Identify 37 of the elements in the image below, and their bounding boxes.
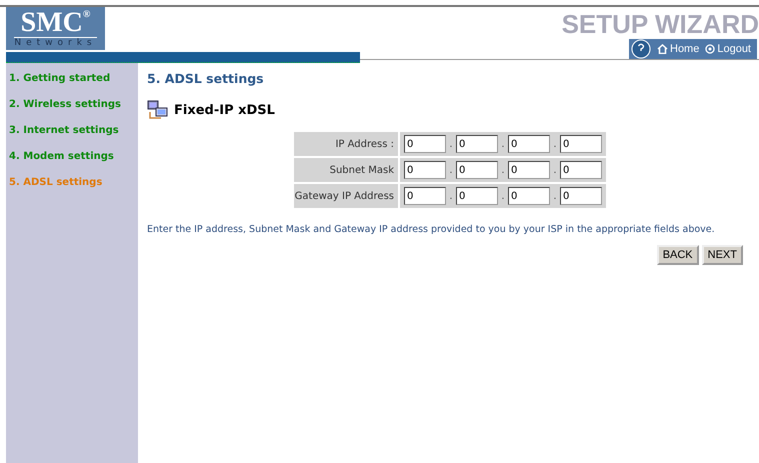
computers-icon [147, 100, 169, 120]
octet-field[interactable]: 0 [508, 161, 550, 179]
field-label: Subnet Mask [294, 158, 398, 182]
nav-button[interactable]: NEXT [702, 245, 743, 265]
section-title: Fixed-IP xDSL [174, 102, 275, 118]
octet-separator: . [552, 138, 558, 150]
octet-separator: . [500, 164, 506, 176]
home-icon [657, 44, 668, 54]
company-logo: SMC® Networks [6, 7, 105, 50]
nav-link[interactable]: Home [657, 43, 700, 55]
octet-field[interactable]: 0 [456, 187, 498, 205]
octet-separator: . [552, 164, 558, 176]
octet-separator: . [448, 164, 454, 176]
wizard-title: SETUP WIZARD [562, 9, 759, 39]
nav-link[interactable]: Logout [705, 43, 751, 55]
octet-separator: . [500, 190, 506, 202]
octet-field[interactable]: 0 [508, 135, 550, 153]
octet-field[interactable]: 0 [404, 161, 446, 179]
octet-separator: . [448, 138, 454, 150]
field-label: IP Address : [294, 132, 398, 156]
octet-field[interactable]: 0 [404, 135, 446, 153]
octet-separator: . [448, 190, 454, 202]
octet-field[interactable]: 0 [508, 187, 550, 205]
page-title: 5. ADSL settings [147, 71, 265, 86]
instruction-text: Enter the IP address, Subnet Mask and Gateway IP address provided to you by your ISP in the appropriate fields above. [147, 224, 716, 235]
power-icon [705, 44, 716, 54]
octet-field[interactable]: 0 [404, 187, 446, 205]
octet-field[interactable]: 0 [456, 161, 498, 179]
octet-field[interactable]: 0 [560, 187, 602, 205]
octet-field[interactable]: 0 [560, 161, 602, 179]
octet-separator: . [552, 190, 558, 202]
octet-separator: . [500, 138, 506, 150]
octet-field[interactable]: 0 [456, 135, 498, 153]
field-label: Gateway IP Address [294, 184, 398, 208]
help-icon[interactable] [631, 39, 651, 59]
nav-button[interactable]: BACK [656, 245, 699, 265]
octet-field[interactable]: 0 [560, 135, 602, 153]
